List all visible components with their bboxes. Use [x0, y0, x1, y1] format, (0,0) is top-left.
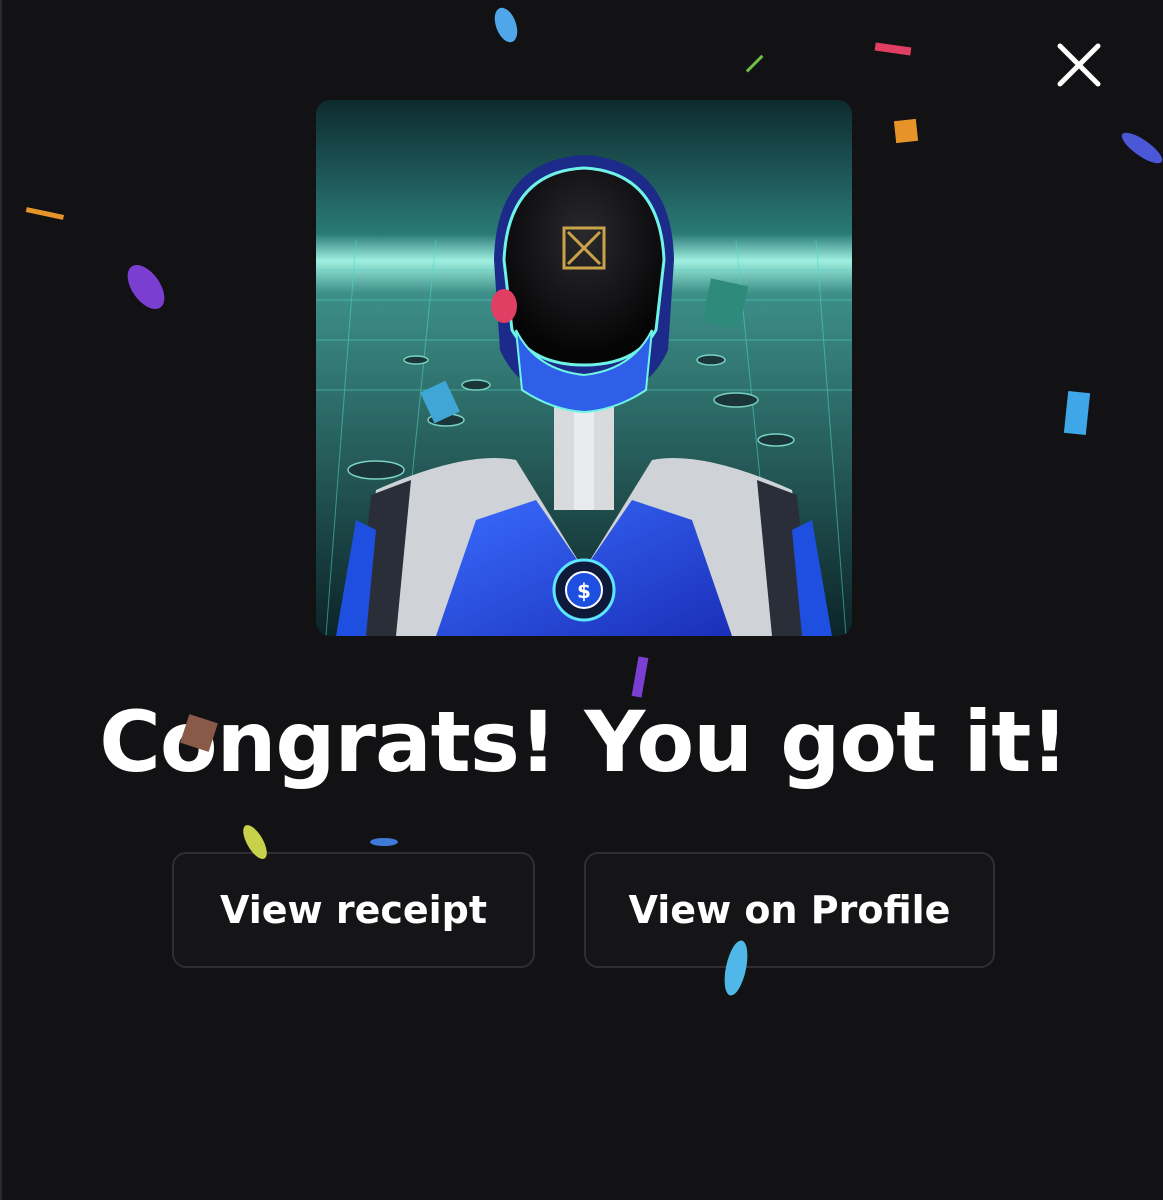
svg-text:$: $ — [577, 579, 591, 603]
confetti-piece — [494, 7, 518, 43]
view-on-profile-button[interactable]: View on Profile — [584, 852, 995, 968]
confetti-piece — [1121, 132, 1163, 164]
confetti-piece — [1063, 390, 1091, 436]
confetti-piece — [874, 42, 912, 56]
headline: Congrats! You got it! — [99, 693, 1068, 791]
view-receipt-button[interactable]: View receipt — [172, 852, 535, 968]
close-button[interactable] — [1054, 40, 1104, 90]
confetti-piece — [127, 265, 165, 309]
confetti-piece — [370, 838, 398, 846]
confetti-piece — [25, 207, 65, 220]
nft-image: $ — [316, 100, 852, 636]
close-icon — [1057, 43, 1101, 87]
success-modal: $ Congrats! You got it! View receipt Vie… — [0, 0, 1163, 1200]
confetti-piece — [893, 118, 919, 144]
confetti-piece — [745, 54, 764, 73]
robot-nft-artwork: $ — [316, 100, 852, 636]
